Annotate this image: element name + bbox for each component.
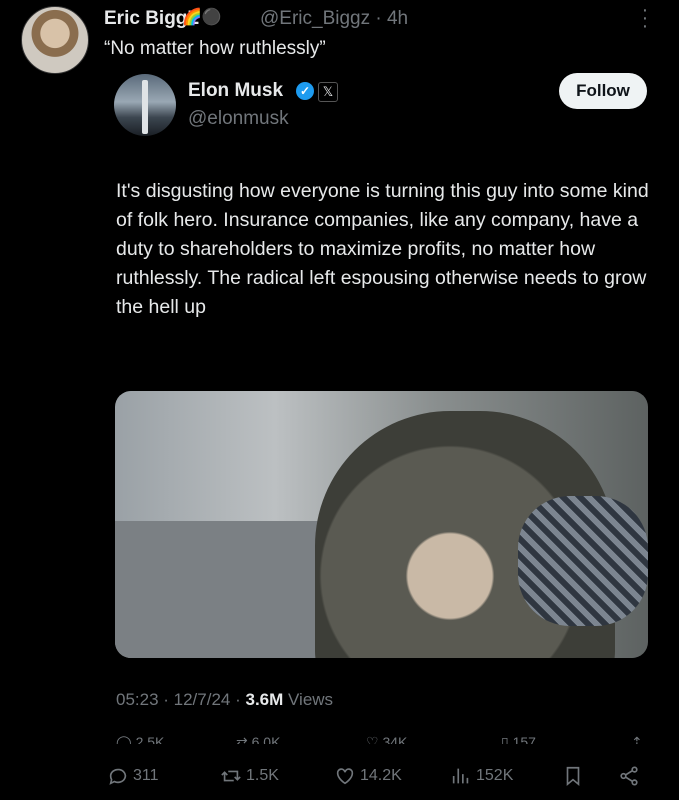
repost-button[interactable]: 1.5K xyxy=(220,764,279,788)
tweet-photo[interactable] xyxy=(115,391,648,658)
heart-icon xyxy=(336,768,354,785)
reply-count: 311 xyxy=(133,767,159,784)
inner-share: ⇡ xyxy=(631,734,643,744)
follow-button[interactable]: Follow xyxy=(559,73,647,109)
more-options-icon[interactable]: · · · xyxy=(636,0,654,36)
x-logo-icon: 𝕏 xyxy=(318,82,338,102)
views-button[interactable]: 152K xyxy=(450,764,513,788)
tweet-views-count: 3.6M xyxy=(245,690,284,709)
repost-icon xyxy=(221,770,241,782)
tweet-views-label: Views xyxy=(283,690,334,709)
quoted-tweet-body: It's disgusting how everyone is turning … xyxy=(116,180,649,318)
inner-bookmarks: ▯ 157 xyxy=(501,734,536,744)
share-button[interactable] xyxy=(618,764,644,788)
bookmark-icon xyxy=(566,766,580,787)
author-avatar[interactable] xyxy=(21,6,89,74)
quoted-author-name[interactable]: Elon Musk xyxy=(188,80,283,102)
share-icon xyxy=(620,766,638,786)
verified-badge-icon: ✓ xyxy=(296,82,314,100)
like-button[interactable]: 14.2K xyxy=(334,764,402,788)
analytics-icon xyxy=(452,768,469,784)
inner-reposts: ⇄ 6.0K xyxy=(236,734,281,744)
inner-action-row: ◯ 2.5K ⇄ 6.0K ♡ 34K ▯ 157 ⇡ xyxy=(116,734,651,744)
author-handle-time[interactable]: @Eric_Biggz · 4h xyxy=(260,8,408,30)
inner-likes: ♡ 34K xyxy=(366,734,408,744)
inner-replies: ◯ 2.5K xyxy=(116,734,165,744)
reply-icon xyxy=(109,768,127,785)
like-count: 14.2K xyxy=(360,767,402,784)
bookmark-button[interactable] xyxy=(562,764,588,788)
post-text: “No matter how ruthlessly” xyxy=(104,38,326,59)
quoted-author-handle[interactable]: @elonmusk xyxy=(188,108,289,130)
author-emoji: 🌈⚫ xyxy=(182,9,222,26)
reply-button[interactable]: 311 xyxy=(107,764,159,788)
quoted-author-avatar[interactable] xyxy=(114,74,176,136)
tweet-timestamp-views: 05:23 · 12/7/24 · 3.6M Views xyxy=(116,690,333,710)
tweet-timestamp: 05:23 · 12/7/24 · xyxy=(116,690,246,709)
repost-count: 1.5K xyxy=(246,767,279,784)
view-count: 152K xyxy=(476,767,514,784)
